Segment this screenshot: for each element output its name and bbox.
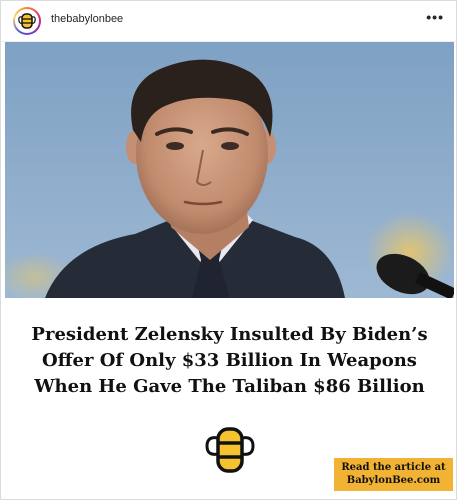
post-username[interactable]: thebabylonbee: [51, 13, 123, 25]
post-photo: [5, 42, 454, 298]
cta-line-1: Read the article at: [341, 462, 446, 473]
cta-line-2: BabylonBee.com: [346, 475, 441, 486]
zelensky-photo: [5, 42, 454, 298]
headline-line-1: President Zelensky Insulted By Biden’s: [31, 324, 428, 345]
avatar-inner: [15, 9, 39, 33]
headline-area: President Zelensky Insulted By Biden’s O…: [5, 298, 454, 498]
instagram-post: thebabylonbee ••• President Zelensky Ins…: [0, 0, 457, 500]
babylon-bee-logo-icon: [205, 427, 255, 473]
babylon-bee-logo-icon: [18, 13, 36, 29]
headline-line-2: Offer Of Only $33 Billion In Weapons: [42, 350, 417, 371]
post-header: thebabylonbee •••: [1, 1, 456, 42]
article-headline: President Zelensky Insulted By Biden’s O…: [5, 322, 454, 400]
read-article-button[interactable]: Read the article at BabylonBee.com: [334, 458, 453, 491]
more-options-button[interactable]: •••: [426, 9, 444, 25]
avatar[interactable]: [13, 7, 41, 35]
headline-line-3: When He Gave The Taliban $86 Billion: [34, 376, 425, 397]
